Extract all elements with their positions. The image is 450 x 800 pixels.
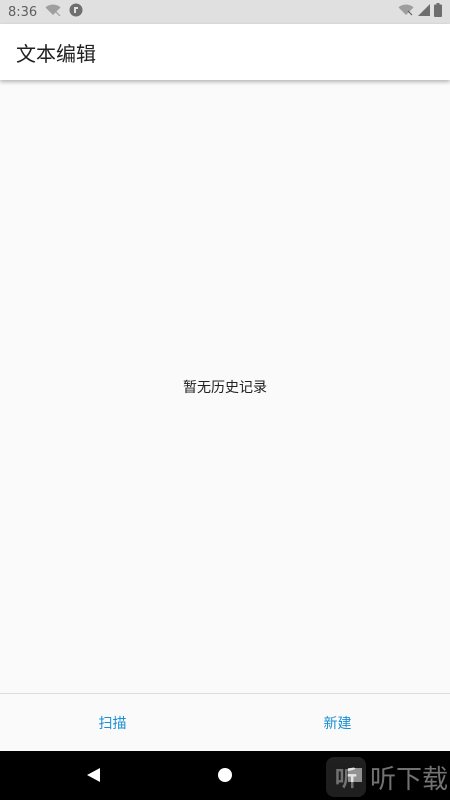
status-left: 8:36 [8,3,83,21]
watermark: 听 听下载 [325,757,448,797]
wifi-icon [398,4,414,20]
watermark-text: 听下载 [369,764,448,795]
cellular-signal-icon [418,4,430,20]
scan-button[interactable]: 扫描 [0,694,225,751]
bottom-action-bar: 扫描 新建 [0,693,450,751]
page-title: 文本编辑 [16,41,96,66]
watermark-logo-icon: 听 [325,757,366,797]
app-bar: 文本编辑 [0,24,450,80]
status-right [398,3,442,21]
battery-icon [434,3,442,21]
home-icon[interactable] [215,765,235,785]
back-icon[interactable] [83,765,103,785]
history-list-empty-state: 暂无历史记录 [0,80,450,693]
status-time: 8:36 [8,4,38,20]
new-button[interactable]: 新建 [225,694,450,751]
status-bar: 8:36 [0,0,450,24]
app-notification-icon [69,3,83,21]
empty-history-message: 暂无历史记录 [183,379,267,396]
wifi-off-icon [45,4,61,20]
